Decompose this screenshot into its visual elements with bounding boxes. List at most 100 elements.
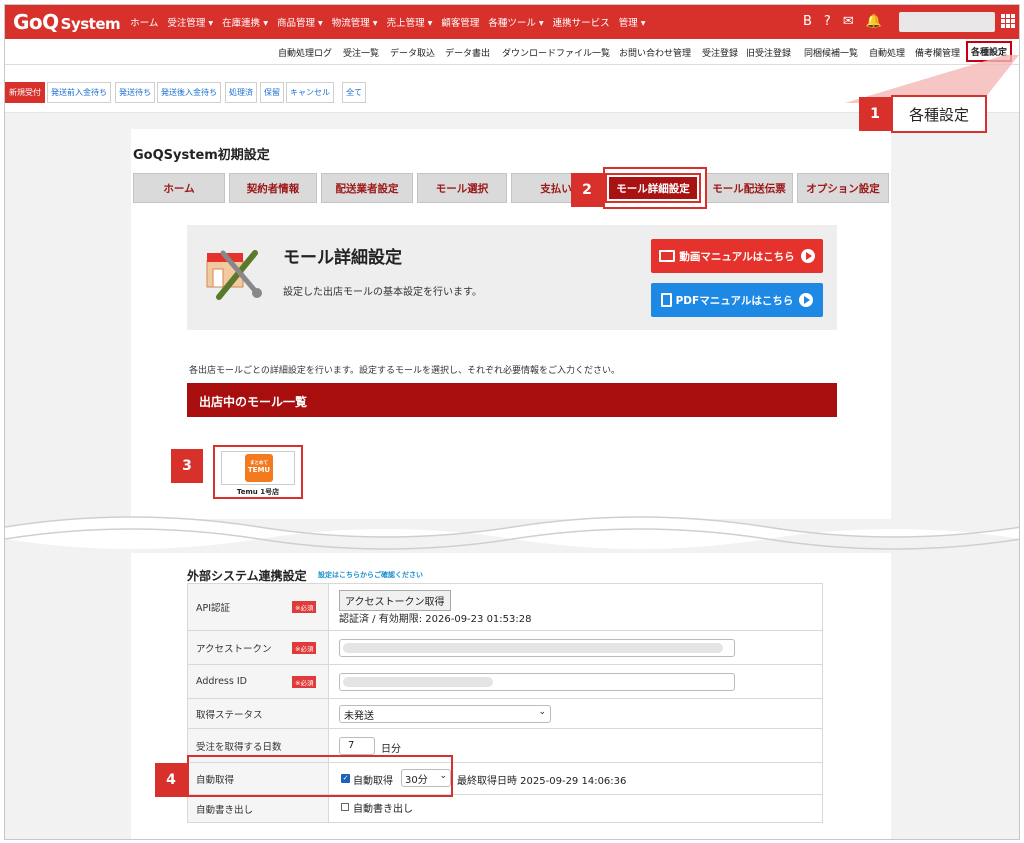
- tools-icon: [206, 250, 262, 300]
- hero-description: 設定した出店モールの基本設定を行います。: [283, 287, 482, 298]
- tab-mall-select[interactable]: モール選択: [417, 173, 507, 203]
- help-icon[interactable]: ?: [824, 14, 831, 29]
- logo-subtext: System: [60, 15, 121, 33]
- notice-icon[interactable]: B: [803, 14, 812, 29]
- screenshot-frame: GoQ System ホーム 受注管理 ▾ 在庫連携 ▾ 商品管理 ▾ 物流管理 …: [4, 4, 1020, 840]
- menu-admin[interactable]: 管理 ▾: [619, 15, 646, 29]
- tab-mall-slip[interactable]: モール配送伝票: [705, 173, 793, 203]
- temu-logo: まとめて TEMU: [245, 454, 273, 482]
- required-badge: ※必須: [292, 675, 317, 688]
- api-auth-label: API認証 ※必須: [188, 584, 329, 630]
- subnav-auto-log[interactable]: 自動処理ログ: [278, 46, 332, 59]
- mall-list-header: 出店中のモール一覧: [187, 383, 837, 417]
- tab-carrier[interactable]: 配送業者設定: [321, 173, 413, 203]
- get-token-button[interactable]: アクセストークン取得: [339, 590, 451, 611]
- top-navbar: GoQ System ホーム 受注管理 ▾ 在庫連携 ▾ 商品管理 ▾ 物流管理 …: [5, 5, 1019, 39]
- fetch-status-select[interactable]: 未発送 ⌄: [339, 705, 551, 723]
- auto-export-check-label: 自動書き出し: [353, 804, 413, 815]
- access-token-label: アクセストークン ※必須: [188, 631, 329, 664]
- settings-tabs: ホーム 契約者情報 配送業者設定 モール選択 支払い モール詳細設定 モール配送…: [133, 173, 893, 203]
- subnav-order-list[interactable]: 受注一覧: [343, 46, 379, 59]
- menu-products[interactable]: 商品管理 ▾: [277, 15, 323, 29]
- callout-box-2: [603, 167, 707, 209]
- menu-inventory[interactable]: 在庫連携 ▾: [222, 15, 268, 29]
- menu-home[interactable]: ホーム: [130, 15, 158, 29]
- status-tab-hold[interactable]: 保留: [260, 82, 284, 103]
- bell-icon[interactable]: 🔔: [866, 14, 882, 29]
- status-tab-all[interactable]: 全て: [342, 82, 366, 103]
- ext-system-title: 外部システム連携設定: [187, 569, 307, 583]
- video-manual-button[interactable]: 動画マニュアルはこちら: [651, 239, 823, 273]
- status-tab-postpay[interactable]: 発送後入金待ち: [157, 82, 221, 103]
- menu-tools[interactable]: 各種ツール ▾: [488, 15, 543, 29]
- hero-title: モール詳細設定: [283, 248, 402, 268]
- subnav-data-import[interactable]: データ取込: [390, 46, 435, 59]
- required-badge: ※必須: [292, 641, 317, 654]
- menu-logistics[interactable]: 物流管理 ▾: [332, 15, 378, 29]
- account-field[interactable]: [899, 12, 995, 32]
- status-tab-cancel[interactable]: キャンセル: [286, 82, 334, 103]
- callout-number-4: 4: [155, 763, 187, 797]
- row-access-token: アクセストークン ※必須: [187, 631, 823, 665]
- play-icon: [800, 249, 815, 263]
- fetch-days-unit: 日分: [381, 744, 401, 755]
- logo-text: GoQ: [13, 10, 59, 34]
- header-icons: B ? ✉ 🔔: [803, 14, 882, 29]
- mall-card-temu[interactable]: まとめて TEMU Temu 1号店: [213, 445, 303, 499]
- fetch-status-label: 取得ステータス: [188, 699, 329, 728]
- status-tab-await-ship[interactable]: 発送待ち: [115, 82, 155, 103]
- intro-text: 各出店モールごとの詳細設定を行います。設定するモールを選択し、それぞれ必要情報を…: [189, 366, 621, 376]
- redacted-value: [343, 677, 493, 687]
- apps-grid-icon[interactable]: [1001, 14, 1015, 28]
- document-icon: [660, 293, 672, 307]
- tab-home[interactable]: ホーム: [133, 173, 225, 203]
- row-api-auth: API認証 ※必須 アクセストークン取得 認証済 / 有効期限: 2026-09-…: [187, 583, 823, 631]
- callout-label-1: 各種設定: [891, 95, 987, 133]
- required-badge: ※必須: [292, 601, 317, 613]
- mall-name: Temu 1号店: [236, 488, 280, 496]
- tab-options[interactable]: オプション設定: [797, 173, 889, 203]
- subnav-old-order-register[interactable]: 旧受注登録: [746, 46, 791, 59]
- callout-number-1: 1: [859, 97, 891, 131]
- page-title: GoQSystem初期設定: [133, 148, 270, 163]
- callout-number-3: 3: [171, 449, 203, 483]
- callout-number-2: 2: [571, 173, 603, 207]
- address-id-label: Address ID ※必須: [188, 665, 329, 698]
- subnav-download-list[interactable]: ダウンロードファイル一覧: [502, 46, 610, 59]
- auto-export-checkbox[interactable]: [341, 803, 349, 811]
- video-button-label: 動画マニュアルはこちら: [679, 250, 795, 263]
- subnav-inquiry[interactable]: お問い合わせ管理: [619, 46, 691, 59]
- menu-services[interactable]: 連携サービス: [553, 15, 610, 29]
- play-icon: [799, 293, 814, 307]
- subnav-order-register[interactable]: 受注登録: [702, 46, 738, 59]
- mall-logo-box: まとめて TEMU: [221, 451, 295, 485]
- section-break: [5, 516, 1019, 550]
- menu-orders[interactable]: 受注管理 ▾: [167, 15, 213, 29]
- tab-contract[interactable]: 契約者情報: [229, 173, 317, 203]
- pdf-manual-button[interactable]: PDFマニュアルはこちら: [651, 283, 823, 317]
- app-logo[interactable]: GoQ System: [13, 10, 121, 34]
- menu-sales[interactable]: 売上管理 ▾: [387, 15, 433, 29]
- main-menu: ホーム 受注管理 ▾ 在庫連携 ▾ 商品管理 ▾ 物流管理 ▾ 売上管理 ▾ 顧…: [130, 15, 654, 29]
- last-fetch-time: 最終取得日時 2025-09-29 14:06:36: [457, 776, 627, 787]
- mall-detail-hero: モール詳細設定 設定した出店モールの基本設定を行います。 動画マニュアルはこちら…: [187, 225, 837, 330]
- temu-logo-text: TEMU: [247, 465, 271, 474]
- row-fetch-status: 取得ステータス 未発送 ⌄: [187, 699, 823, 729]
- mail-icon[interactable]: ✉: [843, 14, 854, 29]
- pdf-button-label: PDFマニュアルはこちら: [675, 294, 794, 307]
- api-auth-status: 認証済 / 有効期限: 2026-09-23 01:53:28: [339, 614, 532, 625]
- subnav-data-export[interactable]: データ書出: [445, 46, 490, 59]
- ext-system-link[interactable]: 設定はこちらからご確認ください: [318, 570, 423, 580]
- status-tab-prepay[interactable]: 発送前入金待ち: [47, 82, 111, 103]
- fetch-days-input[interactable]: 7: [339, 737, 375, 755]
- callout-box-4: [187, 755, 453, 797]
- status-tab-new[interactable]: 新規受付: [5, 82, 45, 103]
- video-icon: [659, 250, 676, 262]
- row-address-id: Address ID ※必須: [187, 665, 823, 699]
- chevron-down-icon: ⌄: [538, 707, 546, 717]
- status-tab-done[interactable]: 処理済: [225, 82, 257, 103]
- auto-export-label: 自動書き出し: [188, 795, 329, 822]
- row-auto-export: 自動書き出し 自動書き出し: [187, 795, 823, 823]
- redacted-value: [343, 643, 723, 653]
- menu-customers[interactable]: 顧客管理: [441, 15, 479, 29]
